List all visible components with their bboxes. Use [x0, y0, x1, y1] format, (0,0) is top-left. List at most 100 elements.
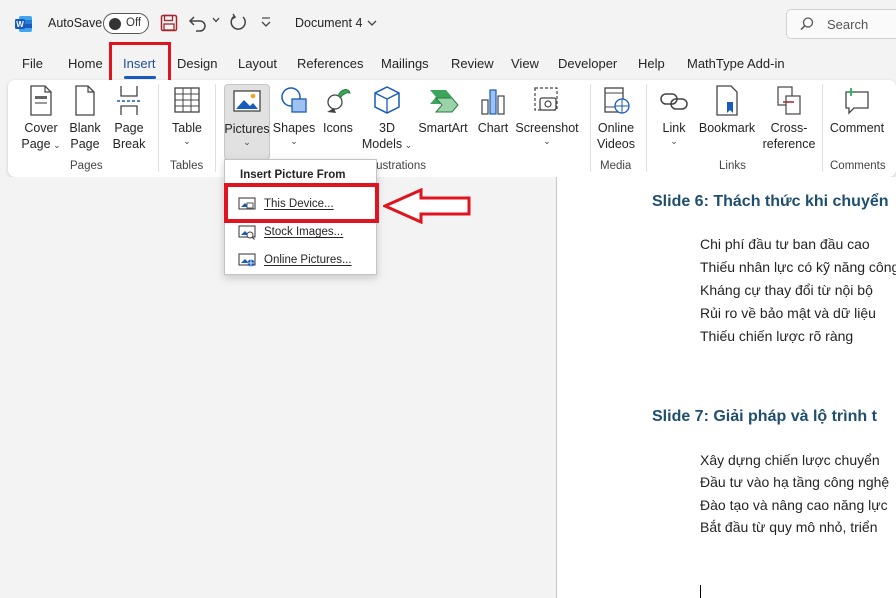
3d-models-button[interactable]: 3D Models ⌄	[362, 84, 413, 156]
tab-developer[interactable]: Developer	[558, 56, 617, 71]
chart-button[interactable]: Chart	[474, 84, 512, 156]
slide-6-line-1: Chi phí đầu tư ban đầu cao	[700, 236, 870, 252]
tab-file[interactable]: File	[22, 56, 43, 71]
online-pictures-icon	[238, 253, 256, 267]
pictures-icon	[233, 90, 261, 112]
slide-6-heading: Slide 6: Thách thức khi chuyển	[652, 193, 889, 210]
autosave-knob	[109, 17, 121, 30]
tab-layout[interactable]: Layout	[238, 56, 277, 71]
online-pictures-label: Online Pictures...	[264, 254, 352, 266]
slide-7-line-1: Xây dựng chiến lược chuyển	[700, 452, 880, 468]
tab-mathtype[interactable]: MathType Add-in	[687, 56, 785, 71]
link-label: Link	[662, 121, 686, 135]
screenshot-label: Screenshot	[515, 121, 579, 135]
online-videos-icon	[604, 87, 630, 114]
screenshot-icon	[534, 87, 558, 111]
slide-6-line-5: Thiếu chiến lược rõ ràng	[700, 328, 854, 344]
slide-7-line-2: Đầu tư vào hạ tầng công nghệ	[700, 474, 890, 490]
cross-reference-button[interactable]: Cross- reference	[760, 84, 818, 156]
undo-icon[interactable]	[188, 13, 208, 33]
cover-page-label-2: Page	[21, 137, 51, 151]
online-videos-label-2: Videos	[597, 137, 635, 151]
cross-reference-label-2: reference	[762, 137, 816, 151]
chart-icon	[481, 89, 505, 115]
customize-quick-access-icon[interactable]	[260, 15, 272, 29]
slide-7-heading: Slide 7: Giải pháp và lộ trình t	[652, 408, 877, 425]
icons-label: Icons	[323, 121, 353, 135]
pictures-label: Pictures	[224, 122, 270, 136]
link-icon	[660, 93, 688, 110]
comment-label: Comment	[829, 121, 885, 135]
chevron-down-icon: ⌄	[402, 140, 413, 150]
slide-7-line-3: Đào tạo và nâng cao năng lực	[700, 497, 888, 513]
word-logo-icon: W	[14, 14, 34, 34]
redo-icon[interactable]	[228, 13, 248, 33]
pictures-button[interactable]: Pictures ⌄	[224, 84, 270, 160]
group-separator	[822, 84, 823, 172]
document-page[interactable]: Slide 6: Thách thức khi chuyển Chi phí đ…	[556, 177, 896, 598]
svg-text:W: W	[16, 20, 24, 29]
page-break-button[interactable]: Page Break	[110, 84, 148, 156]
slide-6-line-2: Thiếu nhân lực có kỹ năng công	[700, 259, 896, 275]
comment-button[interactable]: Comment	[826, 84, 888, 156]
online-videos-button[interactable]: Online Videos	[594, 84, 638, 156]
chevron-down-icon: ⌄	[50, 140, 61, 150]
search-icon	[800, 17, 814, 31]
group-label-links: Links	[719, 160, 746, 172]
group-separator	[590, 84, 591, 172]
group-label-illustrations: llustrations	[371, 160, 426, 172]
tab-view[interactable]: View	[511, 56, 539, 71]
this-device-highlight-box	[224, 183, 379, 223]
tab-references[interactable]: References	[297, 56, 363, 71]
save-icon[interactable]	[160, 13, 178, 33]
link-button[interactable]: Link ⌄	[654, 84, 694, 156]
shapes-icon	[281, 87, 307, 113]
bookmark-button[interactable]: Bookmark	[698, 84, 756, 156]
screenshot-button[interactable]: Screenshot ⌄	[515, 84, 579, 156]
left-arrow-annotation-icon	[381, 187, 473, 229]
page-break-label-1: Page	[114, 121, 144, 135]
chevron-down-icon: ⌄	[290, 136, 298, 146]
tab-design[interactable]: Design	[177, 56, 217, 71]
tab-mailings[interactable]: Mailings	[381, 56, 429, 71]
3d-cube-icon	[374, 86, 400, 114]
group-label-pages: Pages	[70, 160, 103, 172]
dropdown-header: Insert Picture From	[240, 169, 346, 181]
icons-button[interactable]: Icons	[318, 84, 358, 156]
stock-images-label: Stock Images...	[264, 226, 344, 238]
group-separator	[215, 84, 216, 172]
bookmark-label: Bookmark	[698, 121, 756, 135]
group-separator	[158, 84, 159, 172]
online-pictures-menu-item[interactable]: Online Pictures...	[226, 247, 376, 273]
undo-dropdown-chevron-icon[interactable]	[211, 15, 221, 25]
ribbon-panel: Cover Page ⌄ Blank Page Page Break Pages…	[8, 80, 896, 177]
table-icon	[174, 87, 200, 113]
table-button[interactable]: Table ⌄	[166, 84, 208, 156]
cover-page-label-1: Cover	[24, 121, 58, 135]
tab-help[interactable]: Help	[638, 56, 665, 71]
page-break-label-2: Break	[112, 137, 146, 151]
chevron-down-icon: ⌄	[543, 136, 551, 146]
document-title[interactable]: Document 4	[295, 16, 378, 30]
shapes-label: Shapes	[272, 121, 316, 135]
chart-label: Chart	[477, 121, 509, 135]
autosave-toggle[interactable]: Off	[103, 13, 149, 34]
document-title-label: Document 4	[295, 16, 363, 30]
tab-home[interactable]: Home	[68, 56, 103, 71]
group-label-comments: Comments	[830, 160, 886, 172]
blank-page-icon	[75, 85, 95, 116]
chevron-down-icon: ⌄	[243, 137, 251, 147]
smartart-button[interactable]: SmartArt	[416, 84, 470, 156]
smartart-icon	[430, 90, 459, 113]
blank-page-button[interactable]: Blank Page	[66, 84, 104, 156]
shapes-button[interactable]: Shapes ⌄	[272, 84, 316, 156]
chevron-down-icon: ⌄	[183, 136, 191, 146]
tab-review[interactable]: Review	[451, 56, 494, 71]
smartart-label: SmartArt	[418, 121, 468, 135]
chevron-down-icon: ⌄	[670, 136, 678, 146]
bookmark-icon	[716, 85, 738, 116]
cover-page-button[interactable]: Cover Page ⌄	[18, 84, 64, 156]
cross-reference-icon	[777, 86, 801, 115]
group-label-media: Media	[600, 160, 632, 172]
search-box[interactable]: Search	[786, 9, 896, 39]
